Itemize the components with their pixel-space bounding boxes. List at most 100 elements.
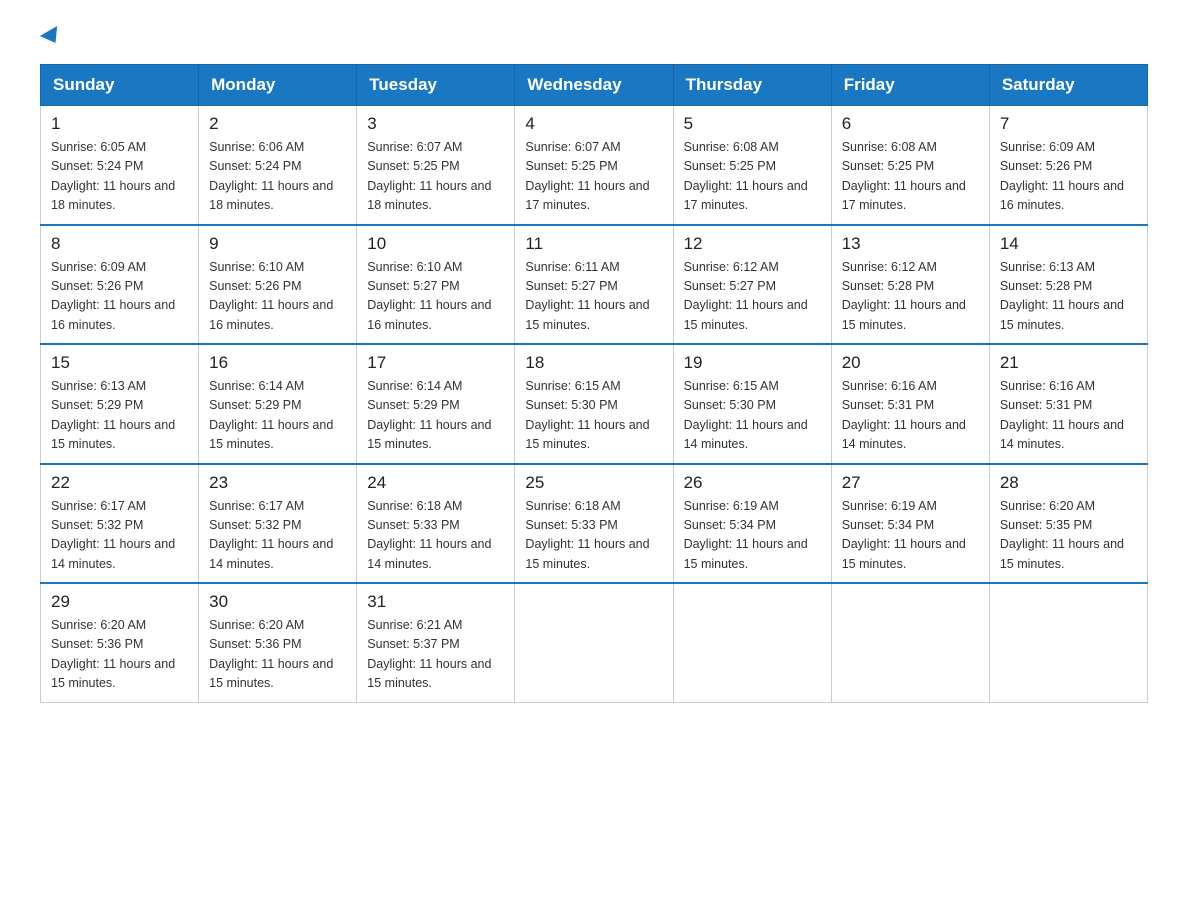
calendar-cell: 15Sunrise: 6:13 AMSunset: 5:29 PMDayligh…: [41, 344, 199, 464]
calendar-cell: 10 Sunrise: 6:10 AMSunset: 5:27 PMDayligh…: [357, 225, 515, 345]
calendar-cell: 8 Sunrise: 6:09 AMSunset: 5:26 PMDaylight…: [41, 225, 199, 345]
calendar-cell: 13Sunrise: 6:12 AMSunset: 5:28 PMDayligh…: [831, 225, 989, 345]
weekday-header-saturday: Saturday: [989, 65, 1147, 106]
calendar-cell: 4Sunrise: 6:07 AMSunset: 5:25 PMDaylight…: [515, 106, 673, 225]
calendar-cell: [989, 583, 1147, 702]
day-info: Sunrise: 6:11 AMSunset: 5:27 PMDaylight:…: [525, 258, 662, 336]
day-number: 2: [209, 114, 346, 134]
day-info: Sunrise: 6:18 AMSunset: 5:33 PMDaylight:…: [525, 497, 662, 575]
day-number: 27: [842, 473, 979, 493]
day-number: 8: [51, 234, 188, 254]
day-info: Sunrise: 6:19 AMSunset: 5:34 PMDaylight:…: [684, 497, 821, 575]
day-info: Sunrise: 6:07 AMSunset: 5:25 PMDaylight:…: [367, 138, 504, 216]
day-number: 4: [525, 114, 662, 134]
day-number: 9: [209, 234, 346, 254]
weekday-header-sunday: Sunday: [41, 65, 199, 106]
calendar-week-row: 15Sunrise: 6:13 AMSunset: 5:29 PMDayligh…: [41, 344, 1148, 464]
weekday-header-thursday: Thursday: [673, 65, 831, 106]
calendar-cell: 9 Sunrise: 6:10 AMSunset: 5:26 PMDaylight…: [199, 225, 357, 345]
calendar-cell: 24 Sunrise: 6:18 AMSunset: 5:33 PMDayligh…: [357, 464, 515, 584]
calendar-week-row: 1 Sunrise: 6:05 AMSunset: 5:24 PMDaylight…: [41, 106, 1148, 225]
calendar-cell: 2Sunrise: 6:06 AMSunset: 5:24 PMDaylight…: [199, 106, 357, 225]
calendar-cell: 31 Sunrise: 6:21 AMSunset: 5:37 PMDayligh…: [357, 583, 515, 702]
day-info: Sunrise: 6:15 AMSunset: 5:30 PMDaylight:…: [684, 377, 821, 455]
day-number: 13: [842, 234, 979, 254]
calendar-cell: 22 Sunrise: 6:17 AMSunset: 5:32 PMDayligh…: [41, 464, 199, 584]
day-info: Sunrise: 6:20 AMSunset: 5:36 PMDaylight:…: [51, 616, 188, 694]
day-number: 6: [842, 114, 979, 134]
day-info: Sunrise: 6:09 AMSunset: 5:26 PMDaylight:…: [51, 258, 188, 336]
day-info: Sunrise: 6:21 AMSunset: 5:37 PMDaylight:…: [367, 616, 504, 694]
day-info: Sunrise: 6:08 AMSunset: 5:25 PMDaylight:…: [842, 138, 979, 216]
day-info: Sunrise: 6:17 AMSunset: 5:32 PMDaylight:…: [209, 497, 346, 575]
calendar-cell: 27 Sunrise: 6:19 AMSunset: 5:34 PMDayligh…: [831, 464, 989, 584]
calendar-cell: 11Sunrise: 6:11 AMSunset: 5:27 PMDayligh…: [515, 225, 673, 345]
calendar-week-row: 29 Sunrise: 6:20 AMSunset: 5:36 PMDayligh…: [41, 583, 1148, 702]
day-info: Sunrise: 6:19 AMSunset: 5:34 PMDaylight:…: [842, 497, 979, 575]
calendar-cell: 3 Sunrise: 6:07 AMSunset: 5:25 PMDaylight…: [357, 106, 515, 225]
day-info: Sunrise: 6:14 AMSunset: 5:29 PMDaylight:…: [367, 377, 504, 455]
day-number: 31: [367, 592, 504, 612]
day-info: Sunrise: 6:16 AMSunset: 5:31 PMDaylight:…: [842, 377, 979, 455]
logo: [40, 30, 62, 44]
weekday-header-friday: Friday: [831, 65, 989, 106]
day-number: 16: [209, 353, 346, 373]
day-number: 18: [525, 353, 662, 373]
calendar-cell: 23 Sunrise: 6:17 AMSunset: 5:32 PMDayligh…: [199, 464, 357, 584]
day-number: 23: [209, 473, 346, 493]
day-number: 24: [367, 473, 504, 493]
day-info: Sunrise: 6:05 AMSunset: 5:24 PMDaylight:…: [51, 138, 188, 216]
calendar-cell: [831, 583, 989, 702]
day-number: 7: [1000, 114, 1137, 134]
day-number: 29: [51, 592, 188, 612]
calendar-cell: 28Sunrise: 6:20 AMSunset: 5:35 PMDayligh…: [989, 464, 1147, 584]
calendar-cell: 18 Sunrise: 6:15 AMSunset: 5:30 PMDayligh…: [515, 344, 673, 464]
weekday-header-wednesday: Wednesday: [515, 65, 673, 106]
calendar-cell: 7 Sunrise: 6:09 AMSunset: 5:26 PMDaylight…: [989, 106, 1147, 225]
day-info: Sunrise: 6:13 AMSunset: 5:28 PMDaylight:…: [1000, 258, 1137, 336]
day-info: Sunrise: 6:14 AMSunset: 5:29 PMDaylight:…: [209, 377, 346, 455]
day-info: Sunrise: 6:18 AMSunset: 5:33 PMDaylight:…: [367, 497, 504, 575]
calendar-cell: 14Sunrise: 6:13 AMSunset: 5:28 PMDayligh…: [989, 225, 1147, 345]
calendar-cell: 30Sunrise: 6:20 AMSunset: 5:36 PMDayligh…: [199, 583, 357, 702]
logo-arrow-icon: [40, 26, 64, 48]
day-info: Sunrise: 6:12 AMSunset: 5:27 PMDaylight:…: [684, 258, 821, 336]
day-info: Sunrise: 6:08 AMSunset: 5:25 PMDaylight:…: [684, 138, 821, 216]
calendar-cell: [673, 583, 831, 702]
weekday-header-tuesday: Tuesday: [357, 65, 515, 106]
day-number: 3: [367, 114, 504, 134]
day-info: Sunrise: 6:09 AMSunset: 5:26 PMDaylight:…: [1000, 138, 1137, 216]
day-number: 25: [525, 473, 662, 493]
day-number: 10: [367, 234, 504, 254]
weekday-header-row: SundayMondayTuesdayWednesdayThursdayFrid…: [41, 65, 1148, 106]
day-number: 26: [684, 473, 821, 493]
calendar-table: SundayMondayTuesdayWednesdayThursdayFrid…: [40, 64, 1148, 703]
day-info: Sunrise: 6:15 AMSunset: 5:30 PMDaylight:…: [525, 377, 662, 455]
calendar-cell: 26 Sunrise: 6:19 AMSunset: 5:34 PMDayligh…: [673, 464, 831, 584]
day-info: Sunrise: 6:17 AMSunset: 5:32 PMDaylight:…: [51, 497, 188, 575]
calendar-cell: 1 Sunrise: 6:05 AMSunset: 5:24 PMDaylight…: [41, 106, 199, 225]
calendar-cell: 12 Sunrise: 6:12 AMSunset: 5:27 PMDayligh…: [673, 225, 831, 345]
day-number: 22: [51, 473, 188, 493]
calendar-cell: 20 Sunrise: 6:16 AMSunset: 5:31 PMDayligh…: [831, 344, 989, 464]
calendar-cell: 17 Sunrise: 6:14 AMSunset: 5:29 PMDayligh…: [357, 344, 515, 464]
day-number: 17: [367, 353, 504, 373]
page-header: [40, 30, 1148, 44]
day-number: 1: [51, 114, 188, 134]
day-number: 15: [51, 353, 188, 373]
calendar-cell: 6 Sunrise: 6:08 AMSunset: 5:25 PMDaylight…: [831, 106, 989, 225]
calendar-week-row: 8 Sunrise: 6:09 AMSunset: 5:26 PMDaylight…: [41, 225, 1148, 345]
calendar-week-row: 22 Sunrise: 6:17 AMSunset: 5:32 PMDayligh…: [41, 464, 1148, 584]
day-number: 21: [1000, 353, 1137, 373]
day-info: Sunrise: 6:20 AMSunset: 5:35 PMDaylight:…: [1000, 497, 1137, 575]
weekday-header-monday: Monday: [199, 65, 357, 106]
day-info: Sunrise: 6:10 AMSunset: 5:26 PMDaylight:…: [209, 258, 346, 336]
day-info: Sunrise: 6:16 AMSunset: 5:31 PMDaylight:…: [1000, 377, 1137, 455]
calendar-cell: 25 Sunrise: 6:18 AMSunset: 5:33 PMDayligh…: [515, 464, 673, 584]
day-number: 19: [684, 353, 821, 373]
calendar-cell: 5Sunrise: 6:08 AMSunset: 5:25 PMDaylight…: [673, 106, 831, 225]
calendar-cell: 29 Sunrise: 6:20 AMSunset: 5:36 PMDayligh…: [41, 583, 199, 702]
day-number: 20: [842, 353, 979, 373]
day-number: 12: [684, 234, 821, 254]
day-info: Sunrise: 6:10 AMSunset: 5:27 PMDaylight:…: [367, 258, 504, 336]
